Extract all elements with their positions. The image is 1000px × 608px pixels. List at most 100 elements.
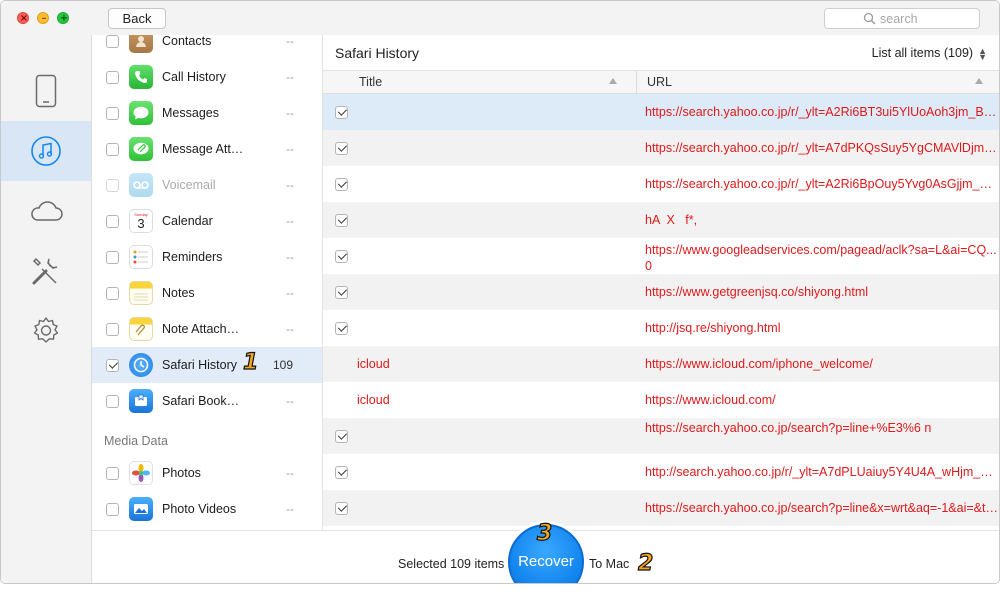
row-checkbox[interactable] bbox=[335, 501, 348, 515]
safari-history-icon bbox=[129, 353, 153, 377]
category-safari-bookmarks[interactable]: Safari Book… -- bbox=[92, 383, 322, 419]
column-url-header[interactable]: URL bbox=[647, 75, 672, 89]
row-checkbox[interactable] bbox=[335, 321, 348, 335]
category-calendar[interactable]: Sunday 3 Calendar -- bbox=[92, 203, 322, 239]
rail-item-itunes[interactable] bbox=[1, 121, 91, 181]
category-label: Calendar bbox=[162, 214, 213, 228]
photos-checkbox[interactable] bbox=[106, 466, 119, 480]
list-filter-dropdown[interactable]: List all items (109) ▲ ▼ bbox=[872, 46, 987, 61]
category-call-history[interactable]: Call History -- bbox=[92, 59, 322, 95]
photos-icon bbox=[129, 461, 153, 485]
rail-item-settings[interactable] bbox=[1, 301, 91, 361]
back-button[interactable]: Back bbox=[108, 8, 166, 29]
close-icon: × bbox=[19, 13, 29, 24]
photo-videos-checkbox[interactable] bbox=[106, 502, 119, 516]
row-url: https://search.yahoo.co.jp/r/_ylt=A2Ri6B… bbox=[645, 105, 998, 119]
rail-item-icloud[interactable] bbox=[1, 181, 91, 241]
row-url: https://search.yahoo.co.jp/search?p=line… bbox=[645, 421, 932, 435]
table-row[interactable]: http://search.yahoo.co.jp/r/_ylt=A7dPLUa… bbox=[323, 454, 999, 490]
category-count: -- bbox=[286, 286, 294, 300]
notes-checkbox[interactable] bbox=[106, 286, 119, 300]
row-checkbox[interactable] bbox=[335, 465, 348, 479]
category-contacts[interactable]: Contacts -- bbox=[92, 35, 322, 59]
category-count: -- bbox=[286, 70, 294, 84]
category-label: Call History bbox=[162, 70, 226, 84]
table-row[interactable]: https://search.yahoo.co.jp/r/_ylt=A7dPKQ… bbox=[323, 130, 999, 166]
safari-bookmarks-checkbox[interactable] bbox=[106, 394, 119, 408]
category-messages[interactable]: Messages -- bbox=[92, 95, 322, 131]
contacts-icon bbox=[129, 35, 153, 53]
message-attachment-icon bbox=[129, 137, 153, 161]
table-row[interactable]: icloud https://www.icloud.com/iphone_wel… bbox=[323, 346, 999, 382]
search-input[interactable] bbox=[880, 11, 975, 26]
category-label: Reminders bbox=[162, 250, 223, 264]
table-row[interactable]: https://www.googleadservices.com/pagead/… bbox=[323, 238, 999, 274]
contacts-checkbox[interactable] bbox=[106, 35, 119, 48]
voicemail-checkbox bbox=[106, 178, 119, 192]
table-row[interactable]: https://search.yahoo.co.jp/search?p=line… bbox=[323, 418, 999, 454]
table-row[interactable]: hA X f*, bbox=[323, 202, 999, 238]
category-count: -- bbox=[286, 178, 294, 192]
calendar-icon: Sunday 3 bbox=[129, 209, 153, 233]
row-url: https://www.getgreenjsq.co/shiyong.html bbox=[645, 285, 869, 299]
table-row[interactable]: https://search.yahoo.co.jp/r/_ylt=A2Ri6B… bbox=[323, 94, 999, 130]
note-attachments-checkbox[interactable] bbox=[106, 322, 119, 336]
reminders-icon bbox=[129, 245, 153, 269]
table-row[interactable]: https://search.yahoo.co.jp/r/_ylt=A2Ri6B… bbox=[323, 166, 999, 202]
column-title-header[interactable]: Title bbox=[359, 75, 382, 89]
reminders-checkbox[interactable] bbox=[106, 250, 119, 264]
row-checkbox[interactable] bbox=[335, 285, 348, 299]
category-message-attachments[interactable]: Message Att… -- bbox=[92, 131, 322, 167]
row-checkbox[interactable] bbox=[335, 249, 348, 263]
category-label: Notes bbox=[162, 286, 195, 300]
call-history-checkbox[interactable] bbox=[106, 70, 119, 84]
category-photo-videos[interactable]: Photo Videos -- bbox=[92, 491, 322, 527]
category-note-attachments[interactable]: Note Attach… -- bbox=[92, 311, 322, 347]
category-count: -- bbox=[286, 106, 294, 120]
message-attachments-checkbox[interactable] bbox=[106, 142, 119, 156]
category-label: Contacts bbox=[162, 35, 212, 48]
safari-history-checkbox[interactable] bbox=[106, 358, 119, 372]
minimize-icon: – bbox=[41, 13, 47, 24]
rail-item-tools[interactable] bbox=[1, 241, 91, 301]
search-box[interactable] bbox=[824, 8, 980, 29]
row-checkbox[interactable] bbox=[335, 177, 348, 191]
close-window-button[interactable]: × bbox=[17, 12, 29, 24]
messages-checkbox[interactable] bbox=[106, 106, 119, 120]
category-safari-history[interactable]: Safari History 1 109 bbox=[92, 347, 322, 383]
table-row[interactable]: icloud https://www.icloud.com/ bbox=[323, 382, 999, 418]
row-url: https://search.yahoo.co.jp/r/_ylt=A7dPKQ… bbox=[645, 141, 998, 155]
tools-icon bbox=[32, 257, 58, 285]
row-url: https://www.icloud.com/iphone_welcome/ bbox=[645, 357, 873, 371]
row-checkbox[interactable] bbox=[335, 213, 348, 227]
category-label: Note Attach… bbox=[162, 322, 240, 336]
row-url: https://www.googleadservices.com/pagead/… bbox=[645, 243, 997, 273]
table-header: Title URL bbox=[323, 71, 999, 94]
row-url: http://search.yahoo.co.jp/r/_ylt=A7dPLUa… bbox=[645, 465, 998, 479]
row-checkbox[interactable] bbox=[335, 141, 348, 155]
to-mac-option[interactable]: To Mac bbox=[589, 557, 629, 571]
row-title: icloud bbox=[357, 357, 390, 371]
category-label: Photos bbox=[162, 466, 201, 480]
table-row[interactable]: https://search.yahoo.co.jp/search?p=line… bbox=[323, 490, 999, 526]
sort-arrow-icon bbox=[975, 78, 983, 84]
category-notes[interactable]: Notes -- bbox=[92, 275, 322, 311]
table-row[interactable]: http://jsq.re/shiyong.html bbox=[323, 310, 999, 346]
category-photos[interactable]: Photos -- bbox=[92, 455, 322, 491]
itunes-music-icon bbox=[31, 136, 61, 166]
category-reminders[interactable]: Reminders -- bbox=[92, 239, 322, 275]
page-title: Safari History bbox=[335, 45, 420, 61]
notes-icon bbox=[129, 281, 153, 305]
table-row[interactable]: https://www.getgreenjsq.co/shiyong.html bbox=[323, 274, 999, 310]
rail-item-device[interactable] bbox=[1, 61, 91, 121]
category-label: Safari Book… bbox=[162, 394, 240, 408]
calendar-checkbox[interactable] bbox=[106, 214, 119, 228]
minimize-window-button[interactable]: – bbox=[37, 12, 49, 24]
row-checkbox[interactable] bbox=[335, 105, 348, 119]
category-label: Message Att… bbox=[162, 142, 244, 156]
category-count: -- bbox=[286, 35, 294, 48]
maximize-window-button[interactable]: + bbox=[57, 12, 69, 24]
category-count: -- bbox=[286, 142, 294, 156]
selected-count-text: Selected 109 items bbox=[398, 557, 505, 571]
row-checkbox[interactable] bbox=[335, 429, 348, 443]
